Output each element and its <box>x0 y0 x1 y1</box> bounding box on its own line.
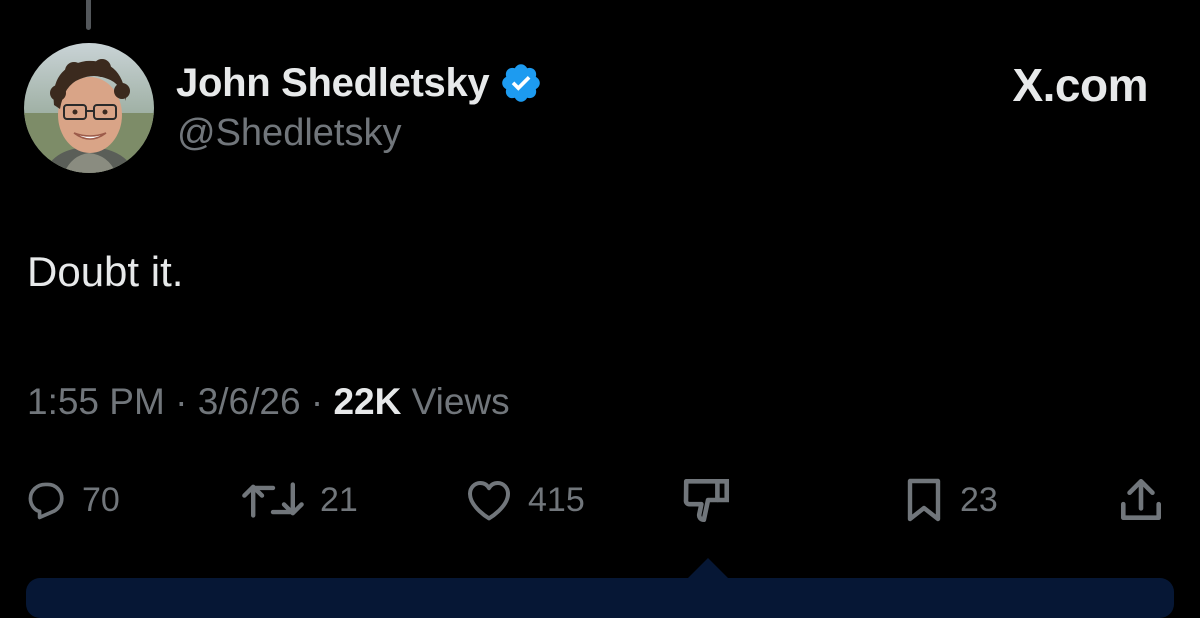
share-button[interactable] <box>1116 470 1166 530</box>
verified-badge-icon <box>499 61 543 105</box>
action-bar: 70 21 415 23 <box>0 470 1200 530</box>
reply-box[interactable] <box>26 578 1174 618</box>
thumbs-down-icon <box>683 479 730 523</box>
reply-icon <box>28 482 64 520</box>
reply-count: 70 <box>82 480 120 519</box>
reply-button[interactable]: 70 <box>24 470 120 530</box>
meta-separator: · <box>300 381 334 422</box>
reply-box-pointer <box>688 558 728 578</box>
retweet-count: 21 <box>320 480 358 519</box>
views-count: 22K <box>333 381 402 422</box>
thread-connector-line <box>86 0 91 30</box>
bookmark-button[interactable]: 23 <box>902 470 998 530</box>
display-name[interactable]: John Shedletsky <box>176 61 490 106</box>
tweet-metadata: 1:55 PM · 3/6/26 · 22K Views <box>27 381 510 423</box>
like-button[interactable]: 415 <box>464 470 585 530</box>
author-handle[interactable]: @Shedletsky <box>177 112 401 155</box>
avatar-photo <box>24 43 154 173</box>
tweet-time[interactable]: 1:55 PM <box>27 381 165 422</box>
bookmark-icon <box>907 478 941 522</box>
views-label: Views <box>401 381 510 422</box>
retweet-button[interactable]: 21 <box>240 470 358 530</box>
dislike-button[interactable] <box>680 470 734 530</box>
retweet-icon <box>242 482 304 518</box>
tweet-date[interactable]: 3/6/26 <box>198 381 301 422</box>
meta-separator: · <box>164 381 198 422</box>
tweet-text: Doubt it. <box>27 248 184 295</box>
like-count: 415 <box>528 480 585 519</box>
brand-logo-text: X.com <box>1012 59 1148 111</box>
heart-icon <box>468 481 510 521</box>
avatar[interactable] <box>24 43 154 173</box>
author-name-row[interactable]: John Shedletsky <box>176 58 543 108</box>
share-icon <box>1121 478 1161 520</box>
bookmark-count: 23 <box>960 480 998 519</box>
